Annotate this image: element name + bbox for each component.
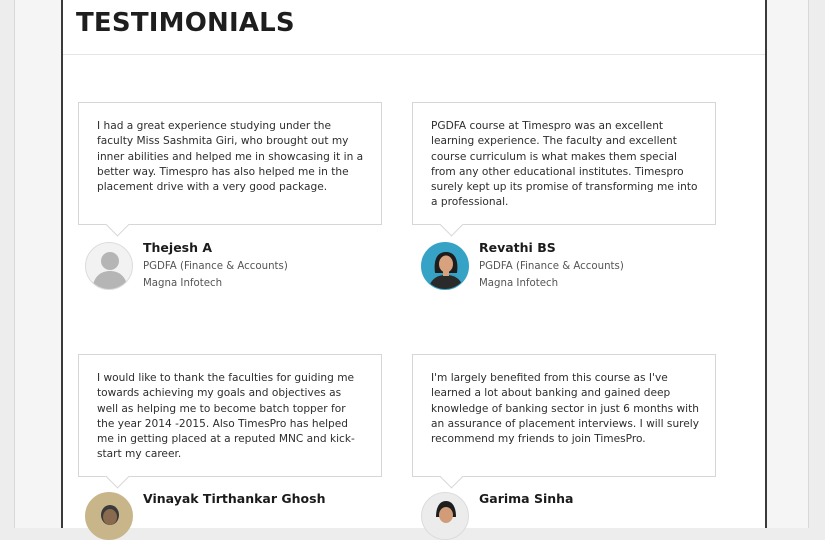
author-name: Vinayak Tirthankar Ghosh bbox=[143, 491, 326, 506]
placeholder-user-icon bbox=[85, 242, 133, 290]
author-company: Magna Infotech bbox=[143, 278, 223, 289]
section-title: TESTIMONIALS bbox=[76, 8, 295, 38]
testimonial-card: PGDFA course at Timespro was an excellen… bbox=[412, 102, 716, 237]
user-photo bbox=[85, 492, 133, 540]
testimonial-quote: I had a great experience studying under … bbox=[97, 120, 364, 194]
title-divider bbox=[63, 54, 765, 55]
author-name: Revathi BS bbox=[479, 240, 556, 255]
author-company: Magna Infotech bbox=[479, 278, 559, 289]
author-name: Garima Sinha bbox=[479, 491, 574, 506]
testimonial-quote: I'm largely benefited from this course a… bbox=[431, 372, 700, 446]
testimonial-quote: I would like to thank the faculties for … bbox=[97, 372, 355, 461]
testimonial-card: I would like to thank the faculties for … bbox=[78, 354, 382, 489]
author-name: Thejesh A bbox=[143, 240, 213, 255]
testimonial-card: I had a great experience studying under … bbox=[78, 102, 382, 237]
testimonial-card: I'm largely benefited from this course a… bbox=[412, 354, 716, 489]
testimonial-quote: PGDFA course at Timespro was an excellen… bbox=[431, 120, 698, 209]
author-course: PGDFA (Finance & Accounts) bbox=[143, 261, 288, 272]
author-course: PGDFA (Finance & Accounts) bbox=[479, 261, 624, 272]
user-photo bbox=[421, 242, 469, 290]
user-photo bbox=[421, 492, 469, 540]
